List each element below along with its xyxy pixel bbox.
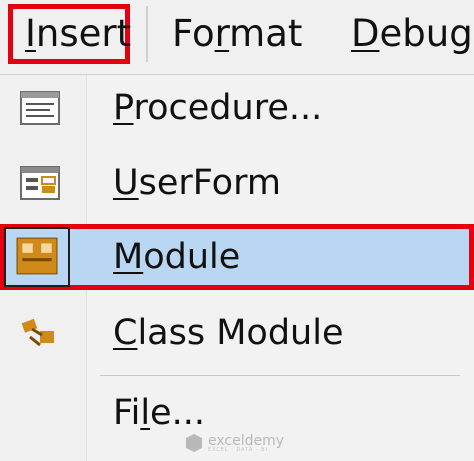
menu-item-label: Module — [113, 224, 240, 290]
label-text: odule — [143, 237, 241, 277]
watermark-text: exceldemy — [208, 432, 285, 449]
menu-insert-label: nsert — [35, 12, 132, 55]
insert-dropdown: Procedure... UserForm Module Class Modul… — [0, 75, 474, 461]
menu-separator — [100, 375, 460, 376]
watermark-text-block: exceldemy EXCEL · DATA · BI — [208, 434, 284, 453]
menu-item-label: UserForm — [113, 150, 281, 216]
menu-debug-mnemonic: D — [351, 12, 380, 55]
menu-item-label: Procedure... — [113, 75, 322, 141]
label-text: lass Module — [137, 313, 344, 353]
mnemonic: M — [113, 237, 144, 277]
menu-separator — [146, 6, 148, 62]
mnemonic: l — [140, 393, 151, 433]
label-text: e... — [150, 393, 205, 433]
menu-item-module[interactable]: Module — [0, 224, 474, 290]
menu-item-label: Class Module — [113, 300, 344, 366]
userform-icon — [20, 166, 60, 200]
menu-debug[interactable]: Debug — [351, 4, 473, 64]
mnemonic: C — [113, 313, 138, 353]
label-text: serForm — [138, 163, 281, 203]
procedure-icon — [20, 91, 60, 125]
class-module-icon — [21, 318, 54, 347]
menu-format-label-start: Fo — [172, 12, 215, 55]
label-text-start: Fi — [113, 393, 141, 433]
label-text: rocedure... — [133, 88, 323, 128]
menu-format-mnemonic: r — [214, 12, 230, 55]
watermark-subtext: EXCEL · DATA · BI — [208, 446, 268, 453]
menu-format[interactable]: Format — [172, 4, 302, 64]
module-icon — [16, 237, 58, 275]
menu-item-userform[interactable]: UserForm — [0, 150, 474, 216]
watermark: exceldemy EXCEL · DATA · BI — [186, 430, 284, 456]
mnemonic: U — [113, 163, 139, 203]
exceldemy-logo-icon — [186, 434, 202, 452]
menu-format-label-end: mat — [229, 12, 303, 55]
menu-item-procedure[interactable]: Procedure... — [0, 75, 474, 141]
menu-item-class-module[interactable]: Class Module — [0, 300, 474, 366]
menu-insert[interactable]: Insert — [8, 4, 132, 64]
menu-bar: Insert Format Debug — [0, 0, 474, 75]
menu-insert-mnemonic: I — [25, 12, 36, 55]
mnemonic: P — [113, 88, 134, 128]
menu-debug-label: ebug — [379, 12, 473, 55]
